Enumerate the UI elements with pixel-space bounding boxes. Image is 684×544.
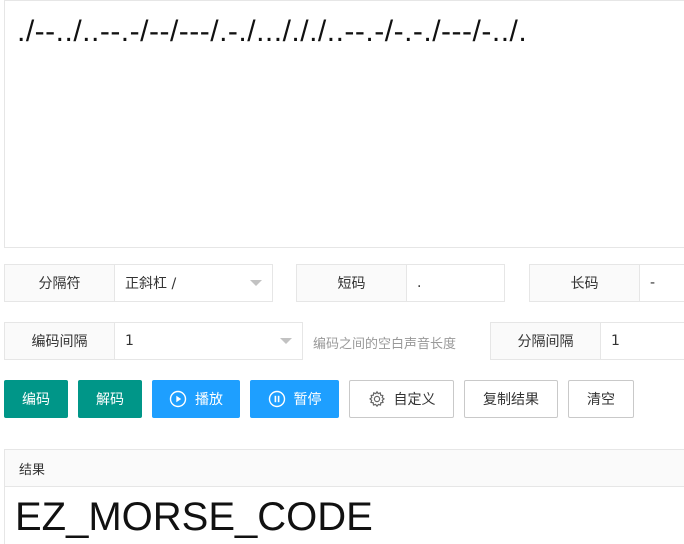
separator-label: 分隔符 (5, 265, 115, 301)
gear-icon (368, 390, 386, 408)
long-code-label: 长码 (530, 265, 640, 301)
clear-button[interactable]: 清空 (568, 380, 634, 418)
result-text: EZ_MORSE_CODE (15, 495, 373, 539)
long-code-field[interactable]: 长码 - (529, 264, 684, 302)
pause-button[interactable]: 暂停 (250, 380, 339, 418)
separator-interval-input[interactable]: 1 (601, 323, 684, 359)
copy-result-button-label: 复制结果 (483, 392, 539, 408)
code-interval-select[interactable]: 1 (115, 323, 302, 359)
decode-button-label: 解码 (96, 392, 124, 408)
long-code-input[interactable]: - (640, 265, 684, 301)
short-code-input[interactable]: . (407, 265, 504, 301)
custom-button[interactable]: 自定义 (349, 380, 454, 418)
custom-button-label: 自定义 (393, 392, 436, 408)
result-header: 结果 (4, 449, 684, 486)
separator-select[interactable]: 正斜杠 / (115, 265, 272, 301)
long-code-value: - (650, 275, 656, 291)
encode-button[interactable]: 编码 (4, 380, 68, 418)
play-button[interactable]: 播放 (152, 380, 240, 418)
morse-input-text: ./--../..--.-/--/---/.-./.../././..--.-/… (17, 15, 528, 48)
short-code-value: . (417, 275, 422, 291)
pause-icon (268, 390, 286, 408)
code-interval-field[interactable]: 编码间隔 1 (4, 322, 303, 360)
encode-button-label: 编码 (22, 392, 50, 408)
chevron-down-icon (250, 280, 262, 286)
code-interval-value: 1 (125, 333, 134, 349)
separator-interval-label: 分隔间隔 (491, 323, 601, 359)
result-title: 结果 (19, 462, 46, 478)
copy-result-button[interactable]: 复制结果 (464, 380, 558, 418)
separator-interval-field[interactable]: 分隔间隔 1 (490, 322, 684, 360)
short-code-label: 短码 (297, 265, 407, 301)
pause-button-label: 暂停 (293, 392, 322, 408)
separator-interval-value: 1 (611, 333, 620, 349)
morse-input-area[interactable]: ./--../..--.-/--/---/.-./.../././..--.-/… (4, 0, 684, 248)
short-code-field[interactable]: 短码 . (296, 264, 505, 302)
code-interval-label: 编码间隔 (5, 323, 115, 359)
play-icon (169, 390, 187, 408)
chevron-down-icon (280, 338, 292, 344)
result-panel[interactable]: EZ_MORSE_CODE (4, 486, 684, 544)
separator-field[interactable]: 分隔符 正斜杠 / (4, 264, 273, 302)
play-button-label: 播放 (195, 392, 223, 408)
code-interval-hint: 编码之间的空白声音长度 (313, 337, 457, 352)
decode-button[interactable]: 解码 (78, 380, 142, 418)
clear-button-label: 清空 (587, 392, 615, 408)
separator-value: 正斜杠 / (125, 276, 177, 292)
